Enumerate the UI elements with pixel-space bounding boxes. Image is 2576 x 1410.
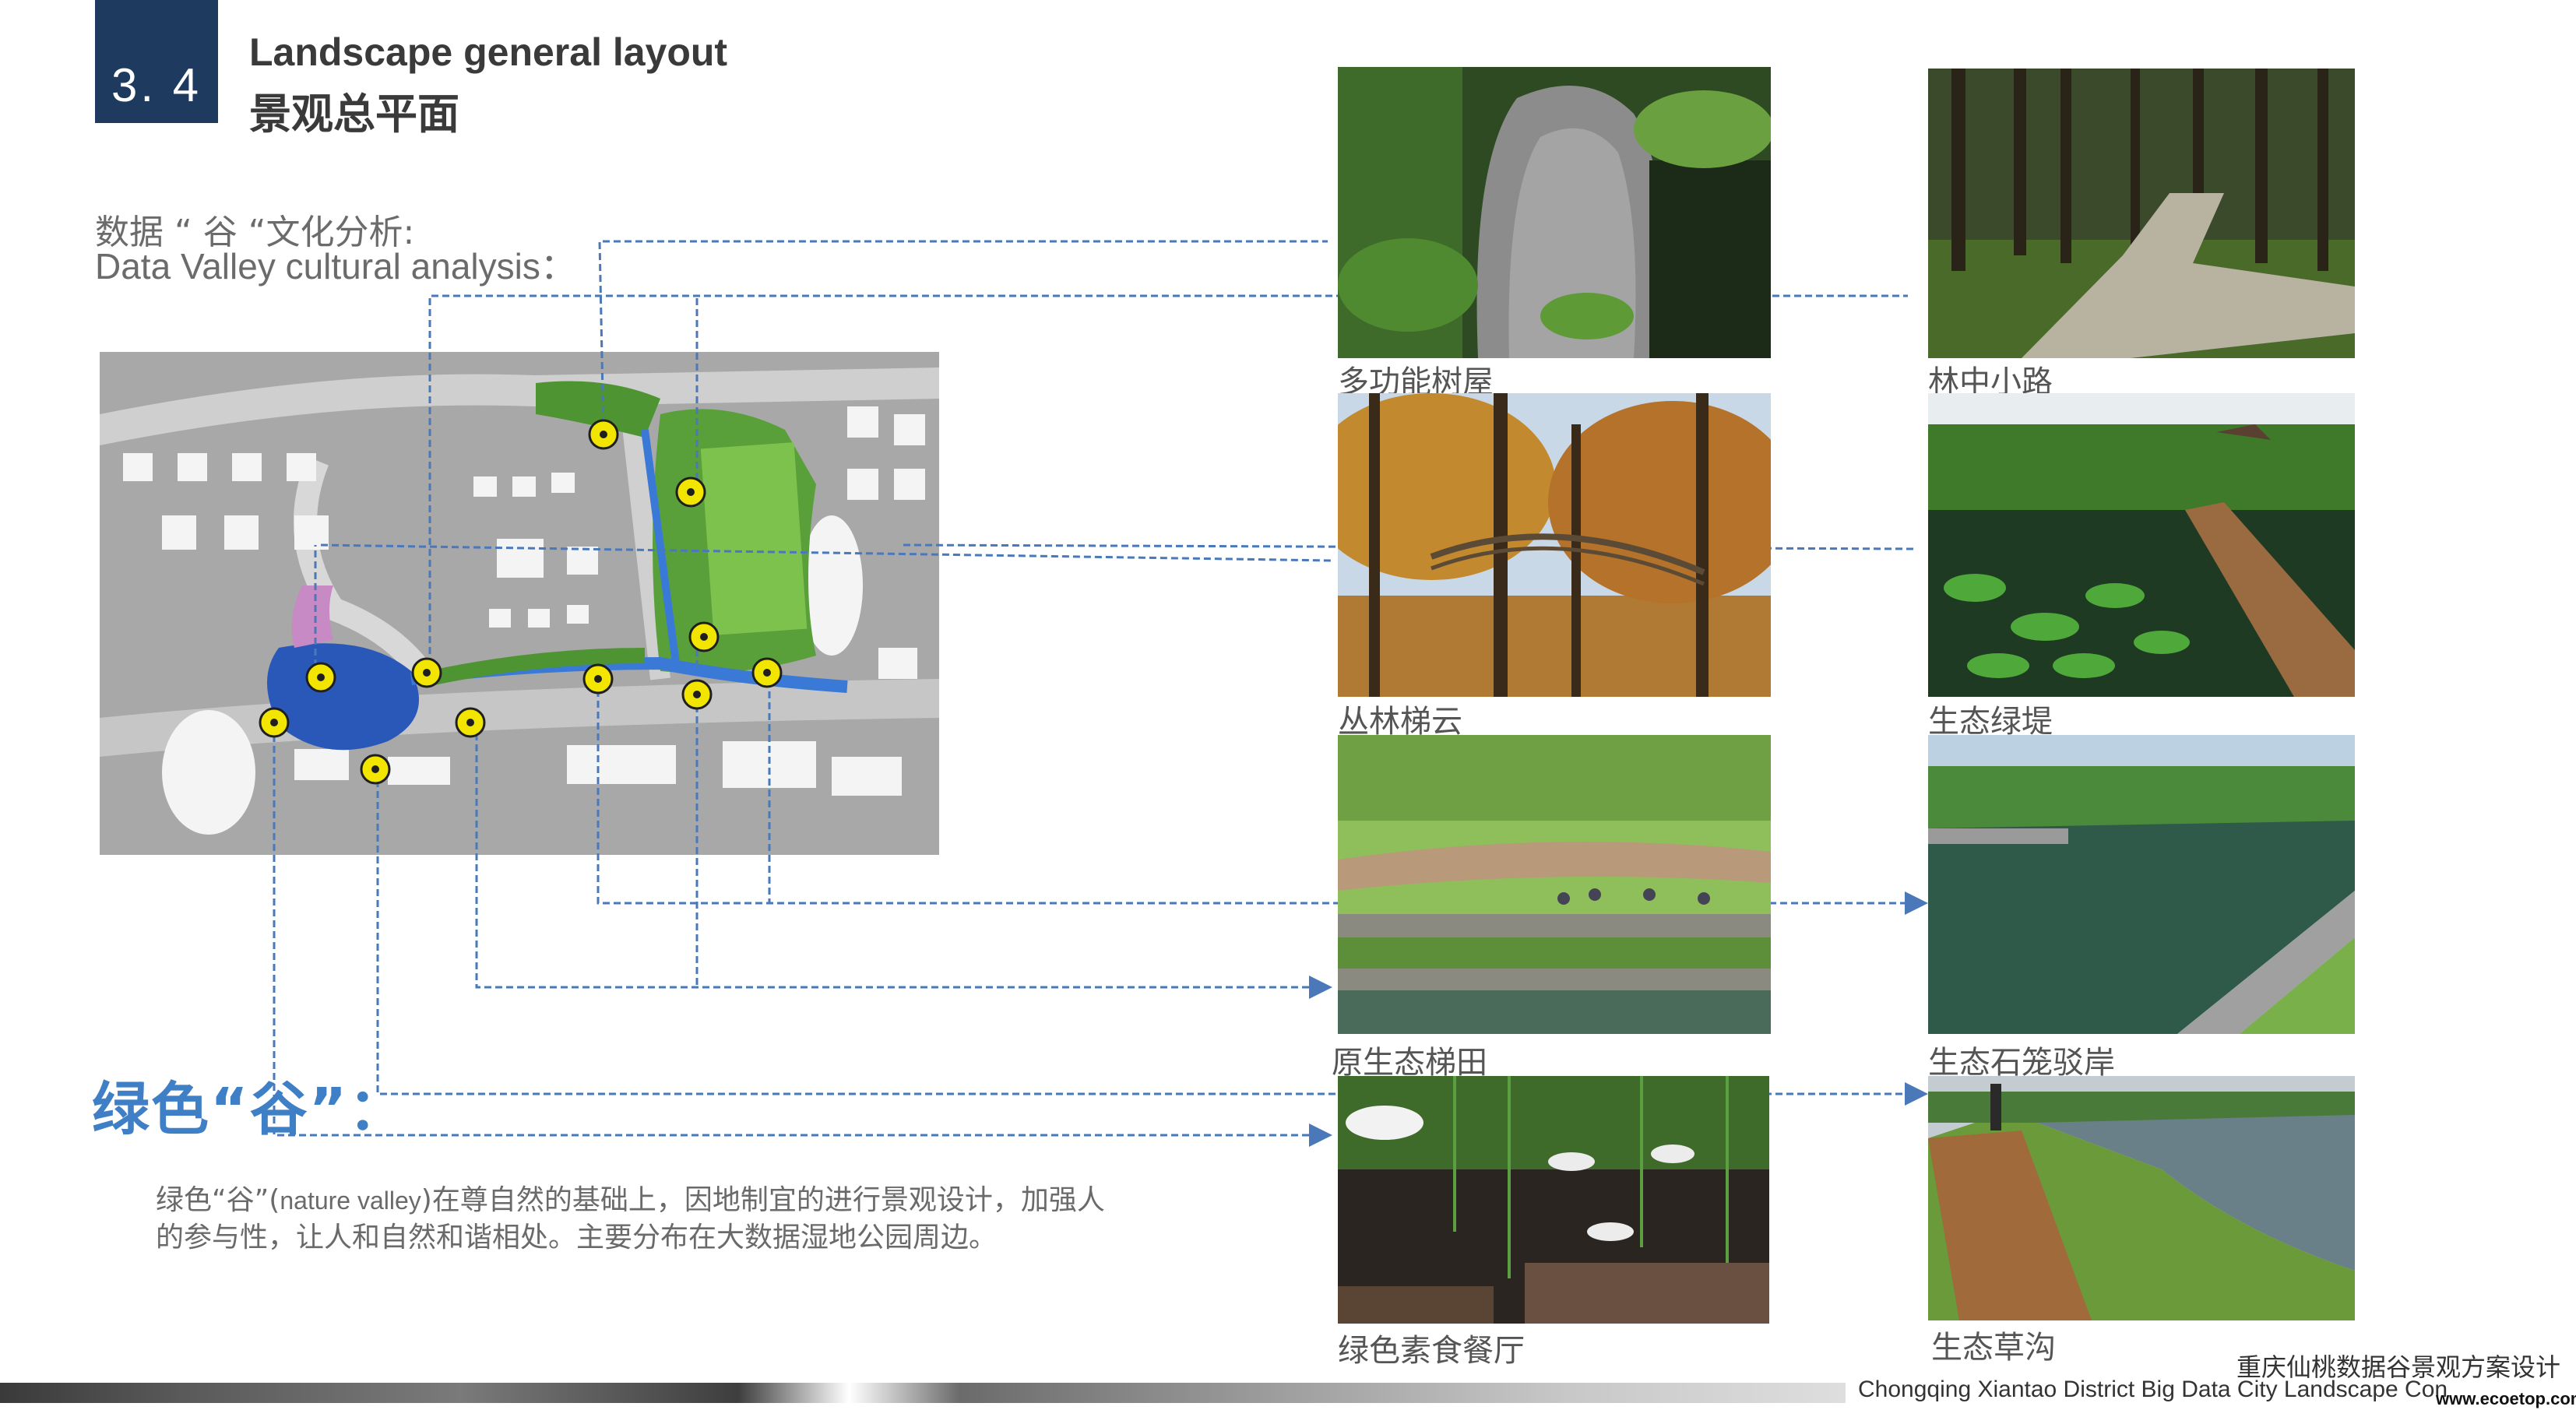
concept-title: 绿色“谷”：	[92, 1076, 408, 1143]
concept-description-line1: 绿色“谷”(nature valley)在尊自然的基础上，因地制宜的进行景观设计…	[156, 1184, 1105, 1216]
photo-terraced-fields	[1338, 735, 1771, 1034]
footer-bar	[0, 1383, 1846, 1403]
concept-description: 绿色“谷”(nature valley)在尊自然的基础上，因地制宜的进行景观设计…	[156, 1182, 1308, 1257]
caption-eco-swale: 生态草沟	[1931, 1330, 2056, 1366]
photo-gabion-revetment	[1928, 735, 2355, 1034]
photo-vegetarian-restaurant	[1338, 1076, 1769, 1324]
footer-project-title-en: Chongqing Xiantao District Big Data City…	[1858, 1377, 2448, 1402]
caption-vegetarian-restaurant: 绿色素食餐厅	[1338, 1333, 1525, 1369]
photo-jungle-ladder	[1338, 393, 1771, 697]
photo-eco-levee	[1928, 393, 2355, 697]
watermark: www.ecoetop.com	[2436, 1389, 2576, 1408]
photo-tree-house	[1338, 67, 1771, 358]
photo-eco-swale	[1928, 1076, 2355, 1320]
photo-forest-path	[1928, 69, 2355, 358]
site-markers	[259, 419, 783, 785]
concept-description-line2: 的参与性，让人和自然和谐相处。主要分布在大数据湿地公园周边。	[156, 1222, 998, 1254]
